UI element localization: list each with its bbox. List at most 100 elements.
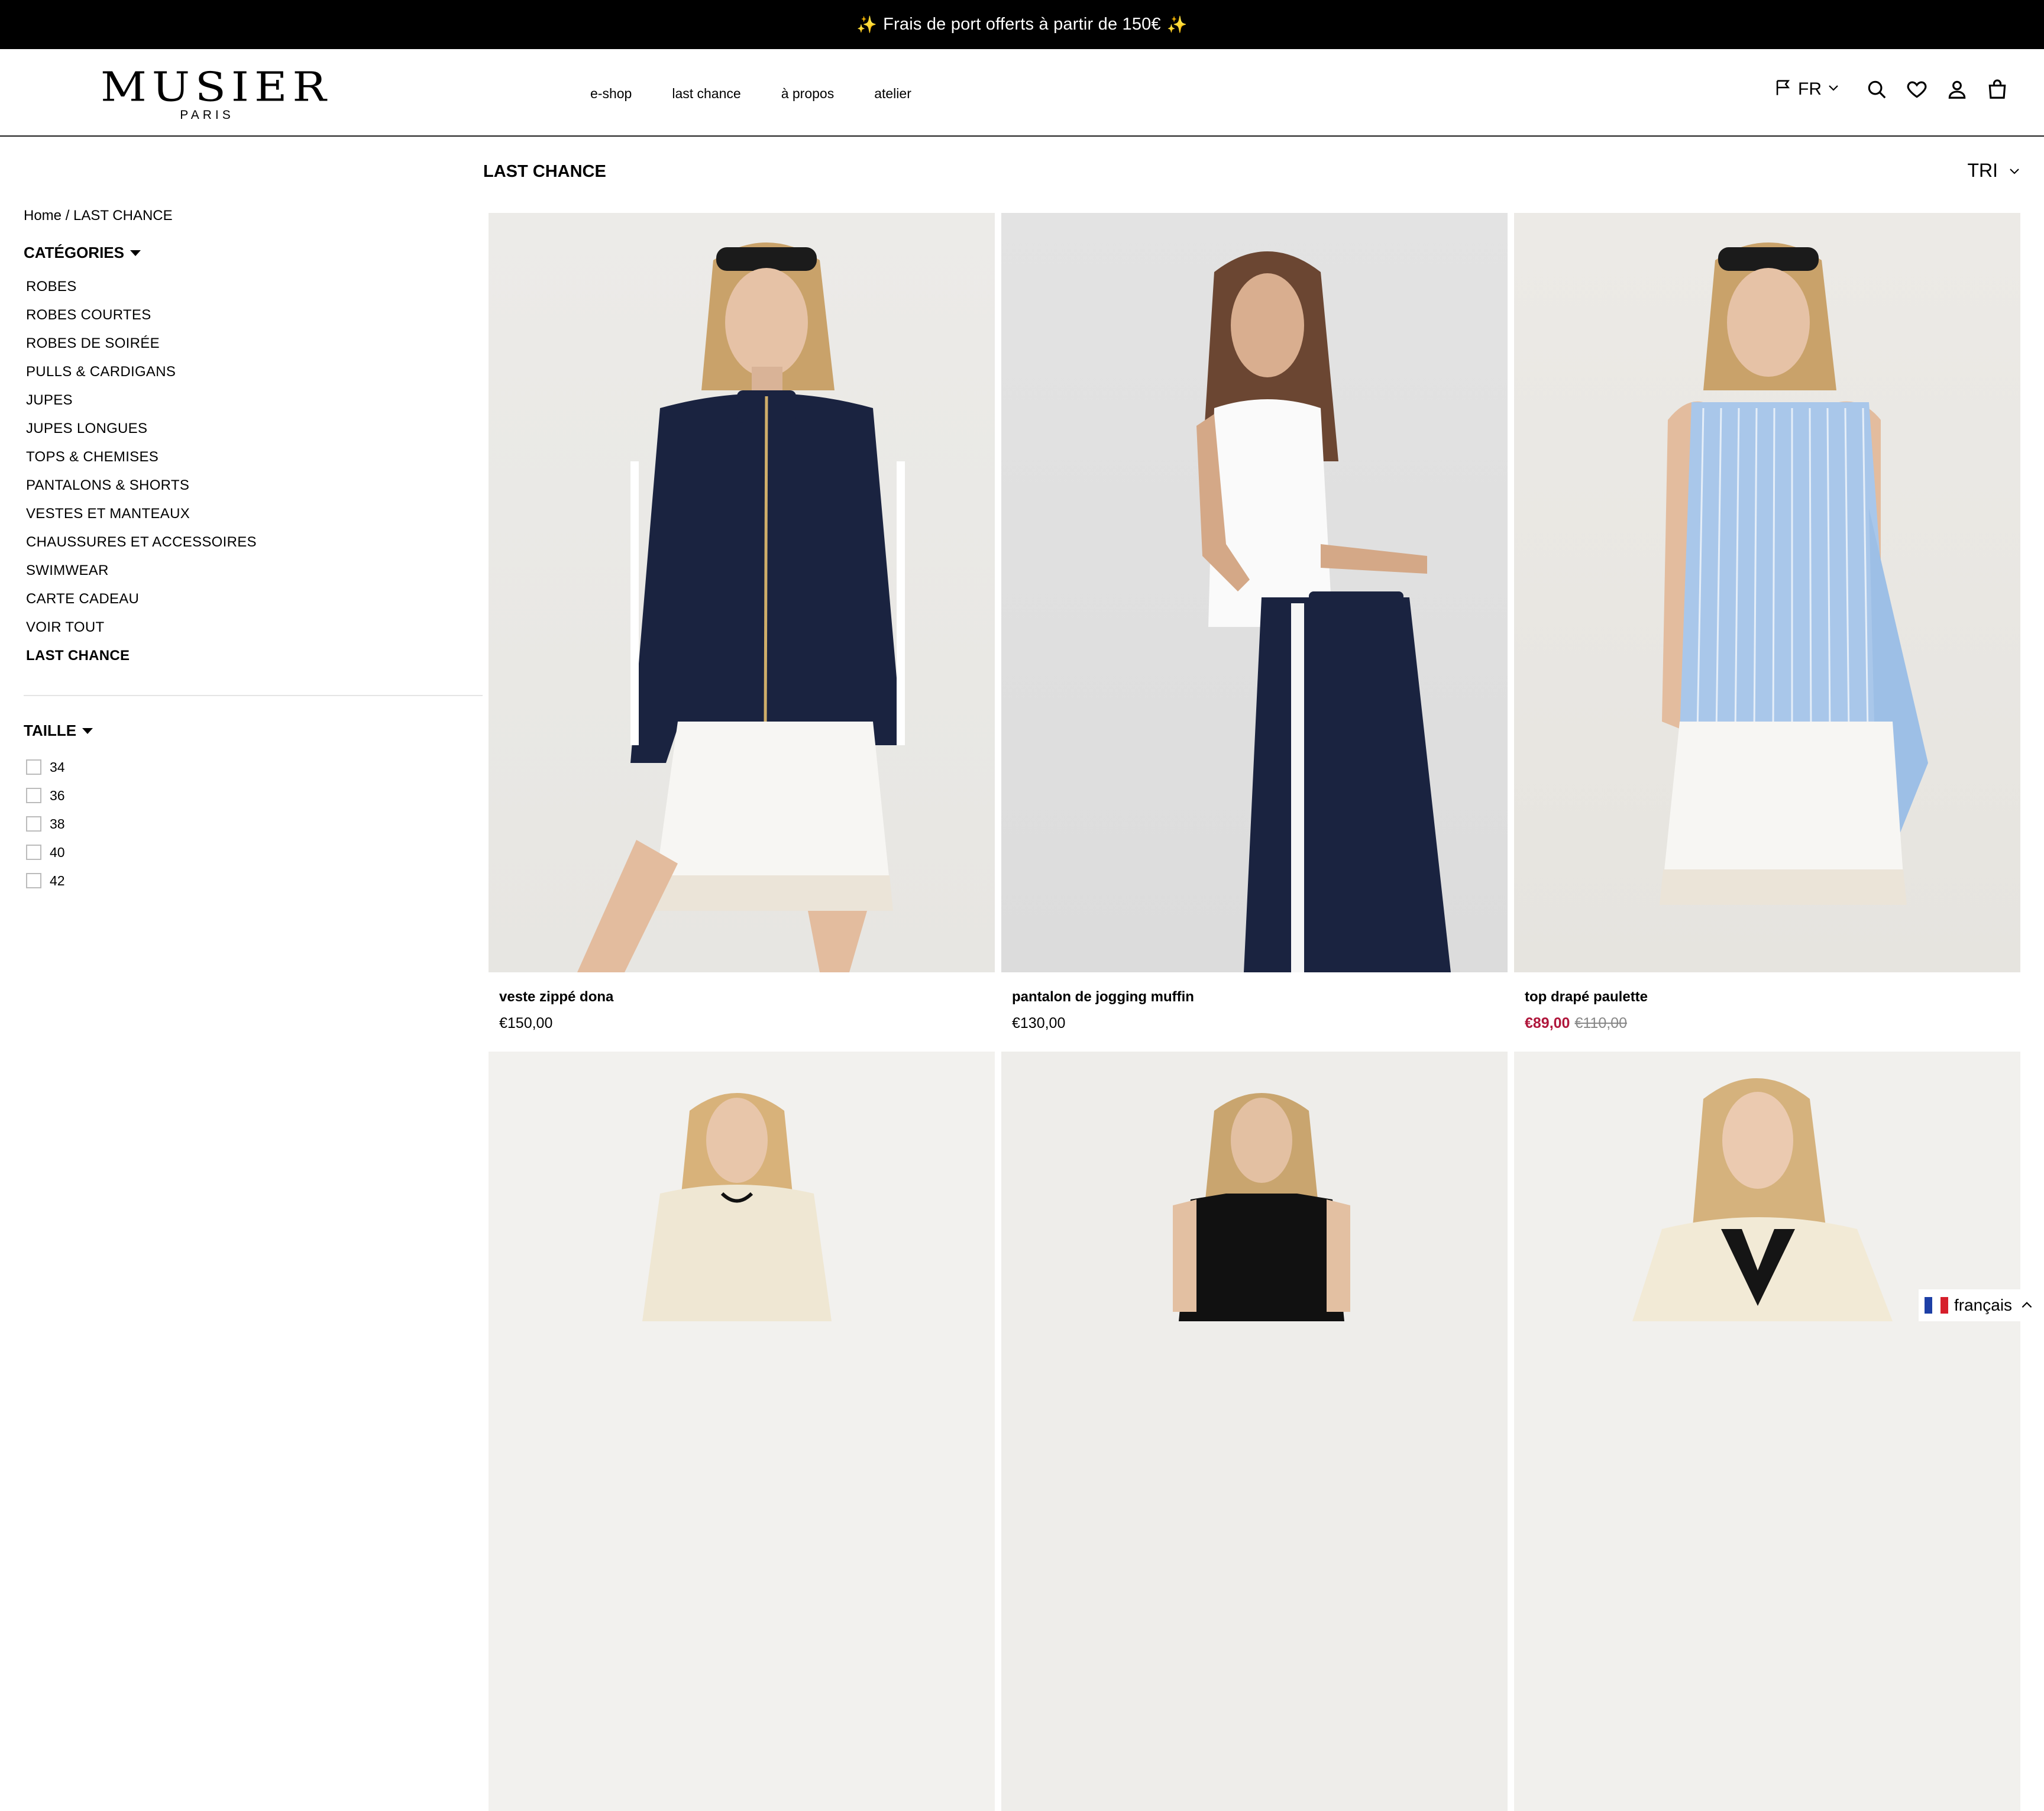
size-option[interactable]: 34 bbox=[26, 753, 65, 781]
category-list: ROBES ROBES COURTES ROBES DE SOIRÉE PULL… bbox=[26, 277, 257, 674]
model-photo bbox=[1196, 251, 1451, 972]
product-image[interactable] bbox=[1001, 1052, 1508, 1811]
size-toggle[interactable]: TAILLE bbox=[24, 722, 93, 740]
model-photo bbox=[642, 1093, 832, 1321]
page-title: LAST CHANCE bbox=[483, 162, 606, 181]
category-vestes-manteaux[interactable]: VESTES ET MANTEAUX bbox=[26, 504, 257, 532]
original-price: €110,00 bbox=[1574, 1015, 1627, 1031]
product-price: €130,00 bbox=[1012, 1015, 1066, 1031]
breadcrumb-current: LAST CHANCE bbox=[73, 208, 173, 224]
nav-atelier[interactable]: atelier bbox=[874, 86, 911, 102]
category-jupes[interactable]: JUPES bbox=[26, 390, 257, 419]
product-card[interactable]: veste zippé dona €150,00 bbox=[489, 213, 995, 1032]
cart-icon bbox=[1988, 79, 2006, 99]
model-photo bbox=[577, 242, 905, 972]
breadcrumb-home[interactable]: Home bbox=[24, 208, 62, 224]
product-card[interactable] bbox=[489, 1052, 995, 1811]
language-selector[interactable]: FR bbox=[1773, 77, 1841, 101]
sort-dropdown[interactable]: TRI bbox=[1967, 160, 2022, 182]
product-image[interactable] bbox=[489, 1052, 995, 1811]
checkbox[interactable] bbox=[26, 845, 41, 860]
heart-icon bbox=[1907, 81, 1927, 98]
model-photo bbox=[1173, 1093, 1350, 1321]
category-chaussures-accessoires[interactable]: CHAUSSURES ET ACCESSOIRES bbox=[26, 532, 257, 561]
sale-price: €89,00 bbox=[1525, 1015, 1570, 1031]
product-card[interactable]: top drapé paulette €89,00 €110,00 bbox=[1514, 213, 2020, 1032]
product-card[interactable]: pantalon de jogging muffin €130,00 bbox=[1001, 213, 1508, 1032]
category-tops-chemises[interactable]: TOPS & CHEMISES bbox=[26, 447, 257, 476]
categories-title: CATÉGORIES bbox=[24, 244, 124, 261]
category-robes-courtes[interactable]: ROBES COURTES bbox=[26, 305, 257, 334]
product-image[interactable] bbox=[489, 213, 995, 972]
chevron-down-icon bbox=[1826, 80, 1841, 98]
model-photo bbox=[1660, 242, 1928, 905]
categories-toggle[interactable]: CATÉGORIES bbox=[24, 244, 141, 262]
brand-logo[interactable]: MUSIER PARIS bbox=[101, 63, 332, 122]
product-image[interactable] bbox=[1514, 213, 2020, 972]
sort-label: TRI bbox=[1967, 160, 1998, 181]
flag-icon bbox=[1773, 77, 1793, 101]
main-nav: e-shop last chance à propos atelier bbox=[590, 86, 952, 102]
size-label: 36 bbox=[50, 787, 65, 803]
product-name[interactable]: pantalon de jogging muffin bbox=[1012, 989, 1508, 1005]
size-label: 40 bbox=[50, 844, 65, 860]
sidebar-divider bbox=[24, 695, 483, 696]
nav-last-chance[interactable]: last chance bbox=[672, 86, 740, 102]
chevron-up-icon bbox=[2022, 1302, 2032, 1308]
cart-button[interactable] bbox=[1986, 78, 2009, 101]
product-image[interactable] bbox=[1001, 213, 1508, 972]
size-filter-list: 34 36 38 40 42 bbox=[26, 753, 65, 895]
flag-fr-icon bbox=[1925, 1297, 1948, 1314]
language-switcher[interactable]: français bbox=[1919, 1289, 2044, 1321]
language-code: FR bbox=[1798, 79, 1822, 99]
category-voir-tout[interactable]: VOIR TOUT bbox=[26, 617, 257, 646]
checkbox[interactable] bbox=[26, 873, 41, 888]
product-card[interactable] bbox=[1001, 1052, 1508, 1811]
category-carte-cadeau[interactable]: CARTE CADEAU bbox=[26, 589, 257, 617]
category-robes[interactable]: ROBES bbox=[26, 277, 257, 305]
search-icon bbox=[1868, 80, 1886, 98]
account-icon bbox=[1948, 80, 1966, 99]
checkbox[interactable] bbox=[26, 759, 41, 775]
product-price: €89,00 €110,00 bbox=[1525, 1015, 2020, 1032]
size-option[interactable]: 38 bbox=[26, 810, 65, 838]
chevron-down-icon bbox=[2010, 168, 2019, 174]
product-price: €150,00 bbox=[499, 1015, 553, 1031]
size-option[interactable]: 36 bbox=[26, 781, 65, 810]
breadcrumb: Home / LAST CHANCE bbox=[24, 208, 173, 224]
checkbox[interactable] bbox=[26, 816, 41, 832]
category-pantalons-shorts[interactable]: PANTALONS & SHORTS bbox=[26, 476, 257, 504]
category-jupes-longues[interactable]: JUPES LONGUES bbox=[26, 419, 257, 447]
announcement-bar: ✨ Frais de port offerts à partir de 150€… bbox=[0, 0, 2044, 49]
language-label: français bbox=[1954, 1296, 2013, 1314]
account-button[interactable] bbox=[1946, 78, 1968, 101]
product-image[interactable] bbox=[1514, 1052, 2020, 1811]
product-name[interactable]: top drapé paulette bbox=[1525, 989, 2020, 1005]
size-label: 38 bbox=[50, 816, 65, 832]
size-label: 34 bbox=[50, 759, 65, 775]
logo-wordmark: MUSIER bbox=[101, 63, 332, 111]
category-last-chance[interactable]: LAST CHANCE bbox=[26, 646, 257, 674]
nav-eshop[interactable]: e-shop bbox=[590, 86, 632, 102]
category-pulls-cardigans[interactable]: PULLS & CARDIGANS bbox=[26, 362, 257, 390]
site-header: MUSIER PARIS e-shop last chance à propos… bbox=[0, 49, 2044, 137]
category-swimwear[interactable]: SWIMWEAR bbox=[26, 561, 257, 589]
header-tools: FR bbox=[1773, 77, 2009, 101]
product-name[interactable]: veste zippé dona bbox=[499, 989, 995, 1005]
nav-a-propos[interactable]: à propos bbox=[781, 86, 835, 102]
size-option[interactable]: 40 bbox=[26, 838, 65, 866]
checkbox[interactable] bbox=[26, 788, 41, 803]
size-title: TAILLE bbox=[24, 722, 77, 739]
search-button[interactable] bbox=[1865, 78, 1888, 101]
category-robes-de-soiree[interactable]: ROBES DE SOIRÉE bbox=[26, 334, 257, 362]
sparkle-icon: ✨ bbox=[856, 15, 878, 34]
wishlist-button[interactable] bbox=[1906, 78, 1928, 101]
caret-down-icon bbox=[82, 727, 93, 734]
size-option[interactable]: 42 bbox=[26, 866, 65, 895]
caret-down-icon bbox=[130, 250, 141, 256]
announcement-text: Frais de port offerts à partir de 150€ bbox=[883, 15, 1161, 34]
sparkle-icon: ✨ bbox=[1166, 15, 1188, 34]
size-label: 42 bbox=[50, 872, 65, 888]
product-card[interactable] bbox=[1514, 1052, 2020, 1811]
model-photo bbox=[1632, 1078, 1893, 1321]
